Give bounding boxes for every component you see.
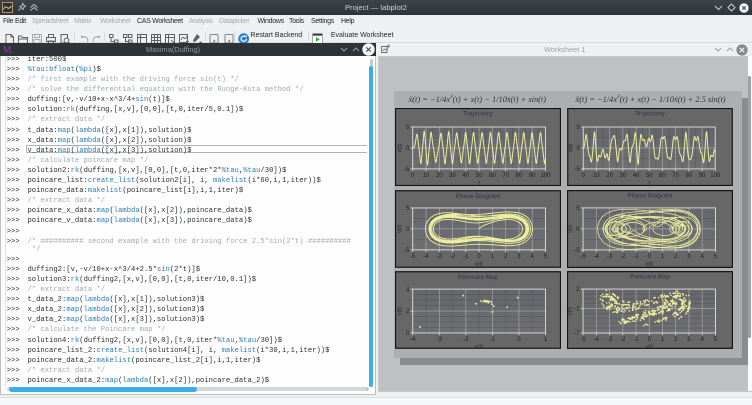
- svg-text:60: 60: [489, 173, 496, 179]
- svg-text:x(t): x(t): [645, 261, 653, 267]
- svg-text:-4: -4: [410, 337, 416, 343]
- svg-text:-5: -5: [410, 254, 416, 260]
- svg-text:100: 100: [710, 173, 721, 179]
- svg-text:Poincare Map: Poincare Map: [458, 274, 498, 281]
- svg-text:-7: -7: [574, 331, 580, 337]
- svg-text:-1: -1: [463, 254, 469, 260]
- svg-text:-3: -3: [607, 337, 613, 343]
- svg-text:Poincare Map: Poincare Map: [630, 274, 671, 281]
- svg-text:-2: -2: [620, 254, 626, 260]
- svg-text:30: 30: [449, 173, 456, 179]
- svg-text:40: 40: [462, 173, 469, 179]
- svg-text:90: 90: [529, 173, 536, 179]
- svg-text:-1: -1: [633, 337, 639, 343]
- svg-text:30: 30: [620, 173, 627, 179]
- svg-text:-5: -5: [580, 337, 586, 343]
- svg-text:-5: -5: [575, 167, 581, 173]
- svg-text:60: 60: [659, 173, 666, 179]
- svg-text:-5: -5: [404, 248, 410, 254]
- svg-text:-2: -2: [463, 337, 469, 343]
- svg-text:Phase Diagram: Phase Diagram: [628, 193, 673, 200]
- svg-text:100: 100: [540, 173, 551, 179]
- svg-text:70: 70: [672, 173, 679, 179]
- svg-text:-5: -5: [404, 167, 410, 173]
- svg-text:80: 80: [516, 173, 523, 179]
- svg-text:10: 10: [423, 173, 430, 179]
- svg-text:10: 10: [593, 173, 600, 179]
- svg-text:v(t): v(t): [397, 307, 403, 315]
- svg-text:-3: -3: [607, 254, 613, 260]
- svg-text:x(t): x(t): [475, 344, 483, 349]
- svg-text:20: 20: [606, 173, 613, 179]
- svg-text:40: 40: [633, 173, 640, 179]
- svg-text:-1: -1: [633, 254, 639, 260]
- svg-text:Trajectory: Trajectory: [635, 110, 665, 117]
- svg-text:80: 80: [686, 173, 693, 179]
- svg-text:50: 50: [476, 173, 483, 179]
- svg-text:-4: -4: [423, 254, 429, 260]
- svg-text:20: 20: [436, 173, 443, 179]
- svg-text:-4: -4: [594, 254, 600, 260]
- svg-text:-5: -5: [580, 254, 586, 260]
- svg-text:-1: -1: [490, 337, 496, 343]
- svg-text:v(t): v(t): [568, 307, 574, 315]
- svg-text:Trajectory: Trajectory: [463, 110, 493, 117]
- svg-text:-2: -2: [450, 254, 456, 260]
- svg-text:-2: -2: [574, 307, 580, 313]
- svg-text:-2: -2: [620, 337, 626, 343]
- svg-text:Phase Diagram: Phase Diagram: [456, 193, 501, 200]
- svg-text:90: 90: [699, 173, 706, 179]
- svg-text:x(t): x(t): [397, 143, 403, 151]
- svg-text:x(t): x(t): [475, 261, 483, 267]
- svg-text:-3: -3: [437, 254, 443, 260]
- svg-text:50: 50: [646, 173, 653, 179]
- svg-text:x(t): x(t): [568, 143, 574, 151]
- svg-text:-5: -5: [574, 248, 580, 254]
- svg-text:70: 70: [502, 173, 509, 179]
- svg-text:v(t): v(t): [397, 225, 403, 233]
- svg-text:x(t): x(t): [645, 344, 653, 349]
- svg-text:-4: -4: [594, 337, 600, 343]
- svg-text:-3: -3: [437, 337, 443, 343]
- svg-text:v(t): v(t): [568, 225, 574, 233]
